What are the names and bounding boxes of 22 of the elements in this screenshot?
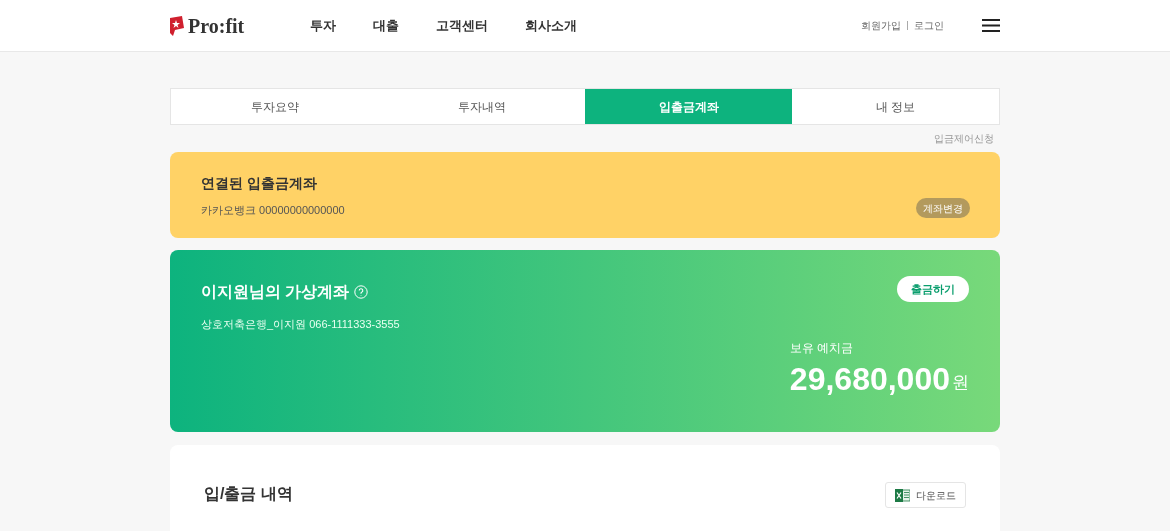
balance-label: 보유 예치금 xyxy=(789,340,854,357)
section-title: 입/출금 내역 xyxy=(204,484,293,504)
auth-link[interactable]: 회원가입 xyxy=(861,18,901,33)
card-title: 연결된 입출금계좌 xyxy=(201,173,318,193)
tab[interactable]: 내 정보 xyxy=(792,89,999,124)
card-title: 이지원님의 가상계좌 xyxy=(201,282,350,302)
logo-text[interactable]: Pro:fit xyxy=(188,10,245,41)
account-info: 카카오뱅크 00000000000000 xyxy=(201,202,345,218)
logo-icon xyxy=(170,15,184,36)
nav-link[interactable]: 투자 xyxy=(310,15,336,36)
tab[interactable]: 투자내역 xyxy=(378,89,585,124)
tab[interactable]: 투자요약 xyxy=(171,89,378,124)
nav-link[interactable]: 회사소개 xyxy=(525,15,577,36)
download-button[interactable]: 다운로드 xyxy=(885,482,966,508)
nav-link[interactable]: 고객센터 xyxy=(436,15,488,36)
nav-link[interactable]: 대출 xyxy=(373,15,399,36)
currency-unit: 원 xyxy=(952,371,969,394)
balance-amount: 29,680,000 xyxy=(789,363,950,395)
menu-icon[interactable] xyxy=(982,19,1000,32)
account-info: 상호저축은행_이지원 066-1111333-3555 xyxy=(201,317,400,332)
auth-link[interactable]: 로그인 xyxy=(914,18,944,33)
spreadsheet-icon xyxy=(895,487,910,503)
